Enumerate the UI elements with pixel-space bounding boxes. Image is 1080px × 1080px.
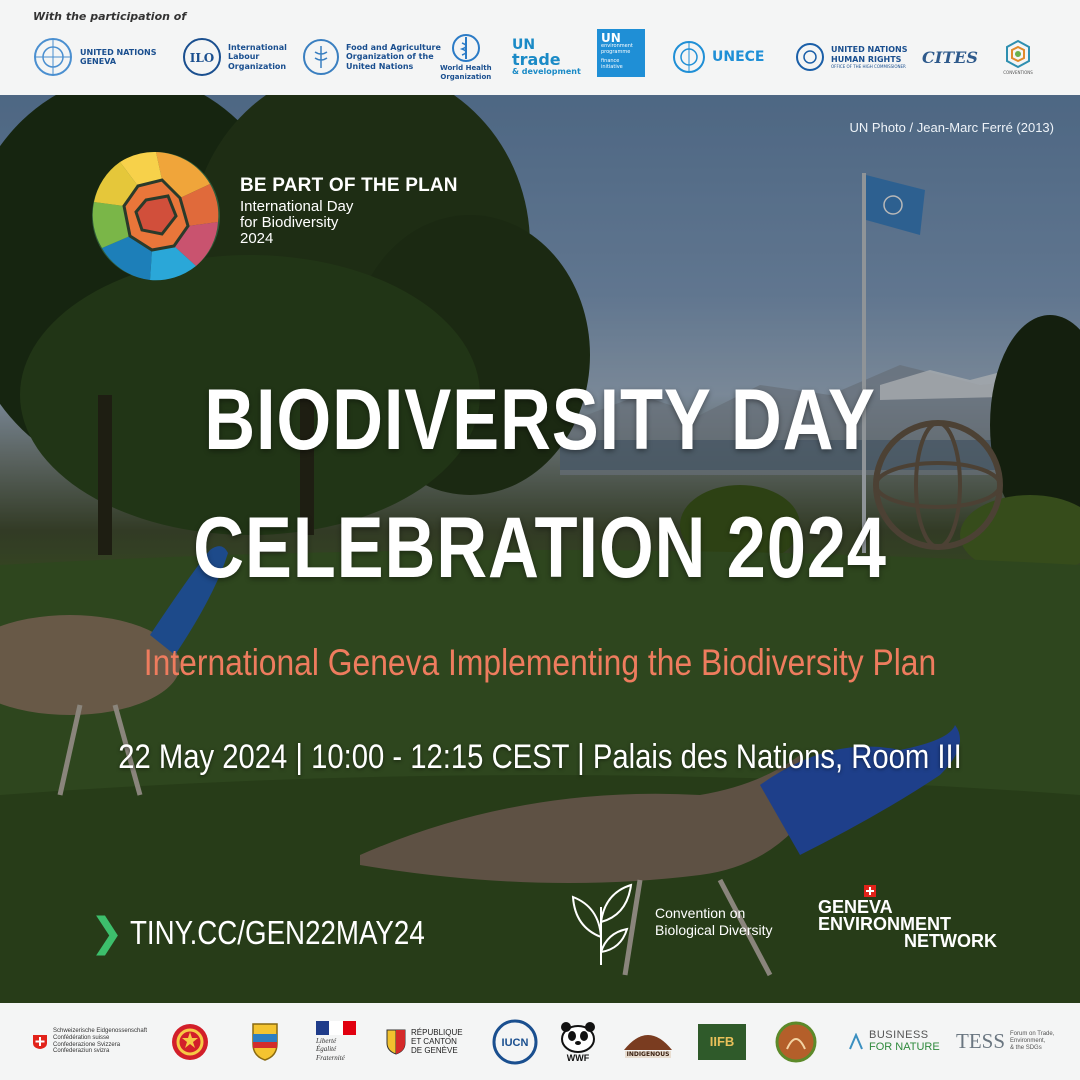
business-for-nature-icon xyxy=(849,1032,863,1049)
main-title-line2: CELEBRATION 2024 xyxy=(193,500,887,596)
event-details: 22 May 2024 | 10:00 - 12:15 CEST | Palai… xyxy=(118,738,962,776)
logo-un-geneva: UNITED NATIONS GENEVA xyxy=(32,28,156,86)
iucn-emblem-icon: IUCN xyxy=(492,1019,538,1064)
event-subtitle: International Geneva Implementing the Bi… xyxy=(143,642,937,683)
tess-label: TESS xyxy=(956,1029,1006,1053)
logo-iifb: IIFB xyxy=(698,1003,746,1080)
logo-cites: CITES xyxy=(922,28,978,86)
chevron-right-icon: ❯ xyxy=(90,910,124,956)
unctad-trade: trade xyxy=(512,50,561,69)
unep-label: environment programme xyxy=(601,43,633,55)
unece-emblem-icon xyxy=(673,41,705,73)
iucn-label: IUCN xyxy=(502,1037,529,1049)
plan-text-block: BE PART OF THE PLAN International Day fo… xyxy=(240,175,458,246)
ohchr-label: UNITED NATIONS HUMAN RIGHTS xyxy=(831,45,908,64)
un-geneva-label: UNITED NATIONS GENEVA xyxy=(80,47,157,66)
geneve-shield-icon xyxy=(386,1029,406,1055)
logo-france: Liberté Égalité Fraternité xyxy=(316,1003,356,1080)
swiss-shield-icon xyxy=(33,1034,47,1049)
cbd-logo: Convention on Biological Diversity xyxy=(565,877,772,967)
registration-link[interactable]: ❯ TINY.CC/GEN22MAY24 xyxy=(90,913,480,953)
logo-colombia-emblem xyxy=(245,1003,285,1080)
fao-label: Food and Agriculture Organization of the… xyxy=(346,43,441,71)
logo-ohchr: UNITED NATIONS HUMAN RIGHTS OFFICE OF TH… xyxy=(795,28,907,86)
top-partner-logos: UNITED NATIONS GENEVA ILO International … xyxy=(0,28,1080,86)
registration-link-text[interactable]: TINY.CC/GEN22MAY24 xyxy=(130,914,425,952)
unep-fi-label: finance initiative xyxy=(601,58,623,70)
for-nature-label: FOR NATURE xyxy=(869,1040,940,1053)
logo-tess: TESS Forum on Trade, Environment, & the … xyxy=(956,1003,1054,1080)
logo-unece: UNECE xyxy=(672,28,765,86)
geneva-environment-network-logo: GENEVA ENVIRONMENT NETWORK xyxy=(818,885,997,952)
france-flag-icon xyxy=(316,1021,356,1036)
cbd-leaf-icon xyxy=(571,883,633,965)
logo-unctad: UN trade & development xyxy=(512,28,581,86)
who-emblem-icon xyxy=(451,34,480,63)
logo-fao: Food and Agriculture Organization of the… xyxy=(302,28,441,86)
logo-round-emblem xyxy=(775,1003,817,1080)
wwf-label: WWF xyxy=(566,1052,590,1063)
logo-who: World Health Organization xyxy=(440,28,492,86)
unece-label: UNECE xyxy=(712,49,765,65)
logo-indigenous: INDIGENOUS xyxy=(622,1003,674,1080)
unctad-development: & development xyxy=(512,67,581,76)
cites-label: CITES xyxy=(922,47,978,67)
svg-text:ILO: ILO xyxy=(190,51,215,65)
china-emblem-icon xyxy=(172,1023,208,1060)
un-emblem-icon xyxy=(34,38,72,76)
ilo-label: International Labour Organization xyxy=(228,43,287,71)
tess-sub-label: Forum on Trade, Environment, & the SDGs xyxy=(1010,1031,1055,1051)
photo-credit: UN Photo / Jean-Marc Ferré (2013) xyxy=(849,120,1054,135)
cbd-label: Convention on Biological Diversity xyxy=(655,904,773,939)
iifb-label: IIFB xyxy=(709,1034,735,1049)
logo-wwf: WWF xyxy=(558,1003,598,1080)
who-label: World Health Organization xyxy=(440,64,492,81)
partner-band-bottom: Schweizerische Eidgenossenschaft Confédé… xyxy=(0,1003,1080,1080)
participation-label: With the participation of xyxy=(33,10,187,23)
gen-line3: NETWORK xyxy=(904,931,997,952)
fao-emblem-icon xyxy=(303,39,339,75)
biodiversity-plan-logo xyxy=(92,151,220,281)
colombia-emblem-icon xyxy=(252,1022,278,1061)
business-label: BUSINESS xyxy=(869,1028,929,1041)
plan-subtitle: International Day for Biodiversity 2024 xyxy=(240,198,354,247)
plan-title: BE PART OF THE PLAN xyxy=(240,175,458,196)
ohchr-emblem-icon xyxy=(796,43,824,71)
main-title-line1: BIODIVERSITY DAY xyxy=(204,372,876,468)
logo-swiss-confederation: Schweizerische Eidgenossenschaft Confédé… xyxy=(32,1003,147,1080)
round-emblem-icon xyxy=(775,1021,817,1062)
indigenous-arch-icon xyxy=(624,1034,672,1050)
hero-photo: UN Photo / Jean-Marc Ferré (2013) BE PAR… xyxy=(0,95,1080,1003)
logo-business-for-nature: BUSINESS FOR NATURE xyxy=(848,1003,940,1080)
brs-emblem-icon xyxy=(1006,39,1030,69)
swiss-cross-icon xyxy=(864,885,876,897)
logo-brs-conventions: CONVENTIONS xyxy=(1003,28,1033,86)
indigenous-label: INDIGENOUS xyxy=(624,1050,672,1058)
geneve-label: RÉPUBLIQUE ET CANTON DE GENÈVE xyxy=(411,1027,463,1056)
iifb-badge: IIFB xyxy=(698,1023,746,1060)
brs-label: CONVENTIONS xyxy=(1003,70,1033,75)
logo-unep-fi: UN environment programme finance initiat… xyxy=(597,29,645,77)
logo-china-emblem xyxy=(170,1003,210,1080)
swiss-label: Schweizerische Eidgenossenschaft Confédé… xyxy=(53,1027,148,1055)
france-label: Liberté Égalité Fraternité xyxy=(316,1037,345,1062)
logo-iucn: IUCN xyxy=(492,1003,538,1080)
logo-ilo: ILO International Labour Organization xyxy=(182,28,287,86)
panda-icon xyxy=(561,1021,595,1053)
ohchr-sub-label: OFFICE OF THE HIGH COMMISSIONER xyxy=(831,63,906,69)
partner-band-top: With the participation of UNITED NATIONS… xyxy=(0,0,1080,95)
logo-geneve: RÉPUBLIQUE ET CANTON DE GENÈVE xyxy=(386,1003,463,1080)
ilo-emblem-icon: ILO xyxy=(183,38,221,76)
